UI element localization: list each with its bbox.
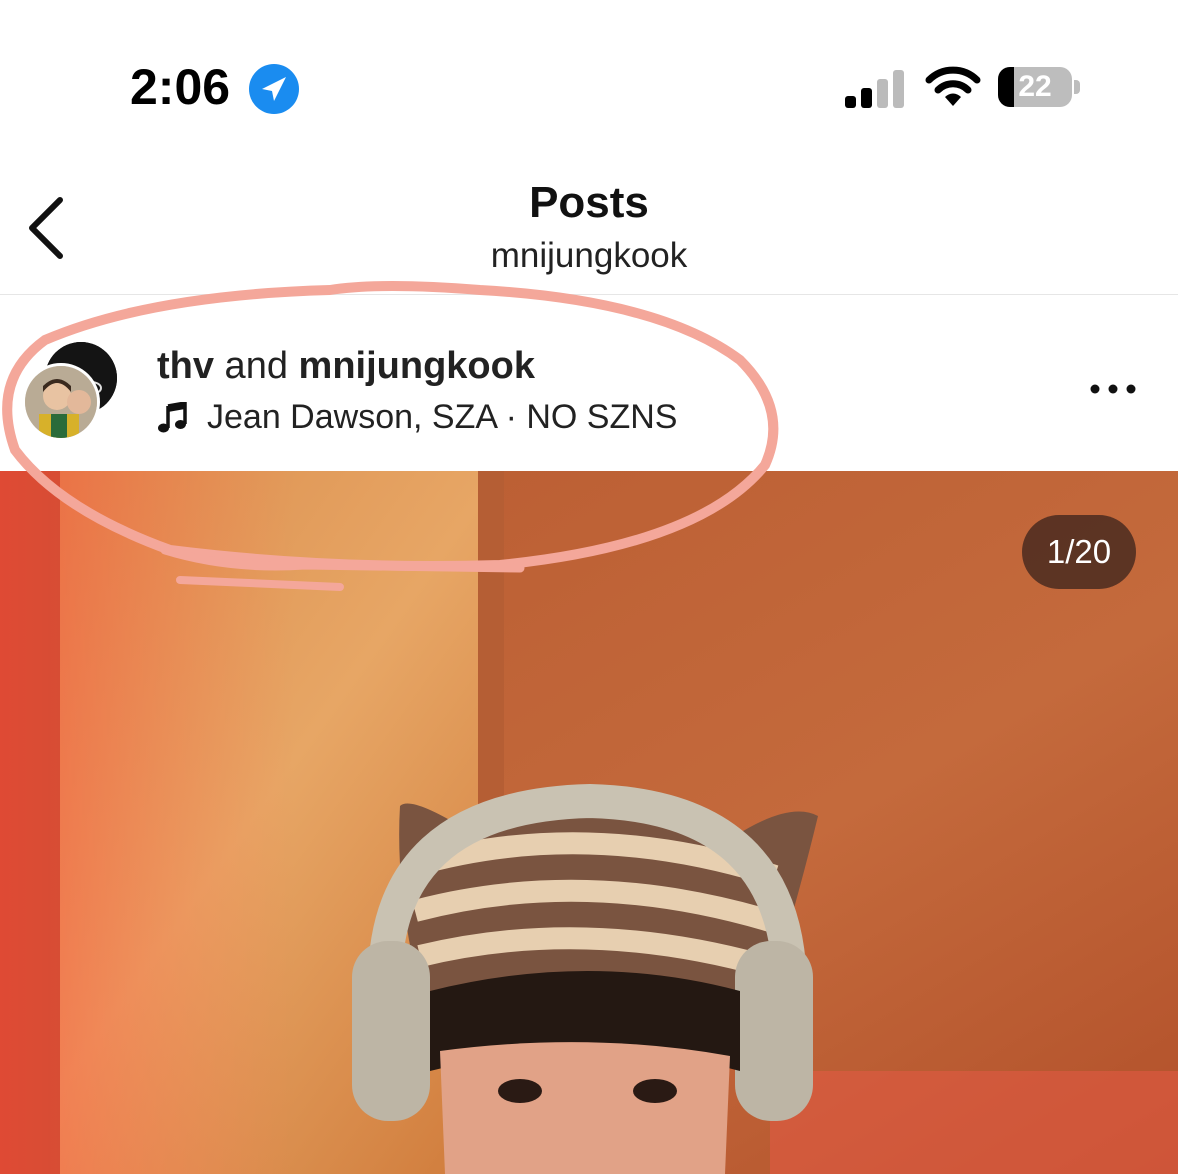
post-header: thv and mnijungkook Jean Dawson, SZA · N… bbox=[0, 295, 1178, 471]
authors-joiner: and bbox=[214, 345, 299, 387]
post-authors[interactable]: thv and mnijungkook bbox=[157, 345, 535, 388]
music-track-label: Jean Dawson, SZA · NO SZNS bbox=[207, 398, 678, 436]
music-note-icon bbox=[158, 401, 187, 432]
status-time: 2:06 bbox=[130, 59, 231, 115]
page-subtitle-username[interactable]: mnijungkook bbox=[0, 236, 1178, 276]
more-options-button[interactable] bbox=[1086, 371, 1140, 407]
music-attribution[interactable]: Jean Dawson, SZA · NO SZNS bbox=[157, 398, 678, 437]
author-mnijungkook[interactable]: mnijungkook bbox=[299, 345, 535, 387]
author-thv[interactable]: thv bbox=[157, 345, 214, 387]
battery-level: 22 bbox=[1018, 70, 1052, 103]
battery-icon: 22 bbox=[998, 67, 1082, 109]
navigation-header: Posts mnijungkook bbox=[0, 150, 1178, 295]
post-photo[interactable] bbox=[0, 471, 1178, 1174]
page-title: Posts bbox=[529, 178, 649, 227]
status-bar: 2:06 22 bbox=[0, 0, 1178, 150]
cellular-signal-icon bbox=[845, 70, 904, 108]
avatar-mnijungkook[interactable] bbox=[22, 363, 100, 441]
carousel-counter: 1/20 bbox=[1022, 515, 1136, 589]
location-arrow-icon bbox=[249, 64, 299, 114]
wifi-icon bbox=[925, 66, 981, 106]
